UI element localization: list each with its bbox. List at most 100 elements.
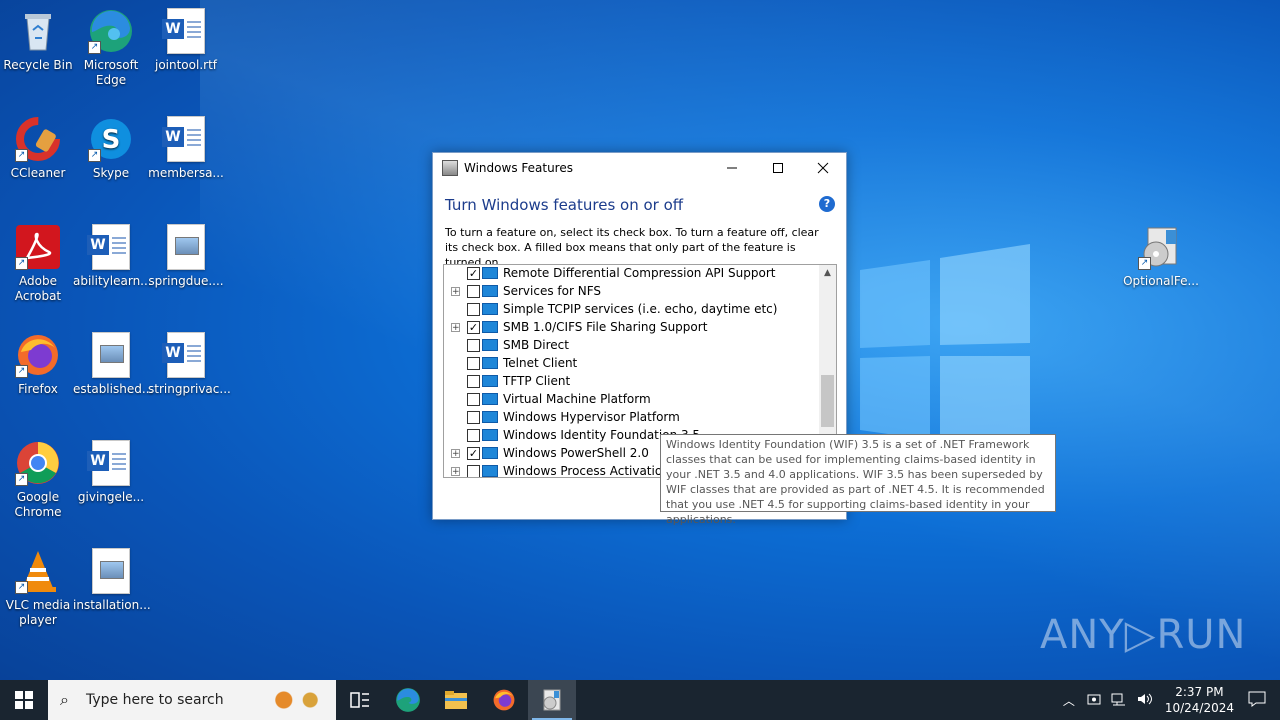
volume-icon[interactable] (1137, 692, 1153, 709)
chevron-up-icon[interactable]: ︿ (1063, 692, 1075, 709)
taskbar-windows-features-button[interactable] (528, 680, 576, 720)
desktop-icon-firefox[interactable]: ↗ Firefox (0, 332, 76, 397)
feature-row[interactable]: Virtual Machine Platform (444, 390, 818, 408)
feature-folder-icon (482, 321, 498, 333)
feature-label: TFTP Client (503, 374, 571, 388)
feature-label: SMB Direct (503, 338, 569, 352)
windows-logo-wallpaper (860, 244, 1030, 458)
desktop-icon-label: givingele... (77, 490, 145, 504)
desktop-icon-label: Recycle Bin (3, 58, 73, 72)
expand-icon[interactable]: + (451, 286, 460, 296)
desktop-icon-acrobat[interactable]: ↗ Adobe Acrobat (0, 224, 76, 304)
feature-row[interactable]: + Services for NFS (444, 282, 818, 300)
feature-checkbox[interactable]: ✓ (467, 320, 480, 334)
feature-checkbox[interactable] (467, 374, 480, 388)
desktop-icon-label: membersa... (148, 166, 224, 180)
feature-row[interactable]: Windows Hypervisor Platform (444, 408, 818, 426)
desktop-icon-springdue[interactable]: springdue.... (148, 224, 224, 289)
taskbar-clock[interactable]: 2:37 PM 10/24/2024 (1165, 684, 1234, 716)
desktop-icon-label: Firefox (18, 382, 58, 396)
maximize-button[interactable] (755, 153, 801, 183)
meet-now-icon[interactable] (1087, 692, 1101, 709)
task-view-button[interactable] (336, 680, 384, 720)
desktop-icon-skype[interactable]: S ↗ Skype (73, 116, 149, 181)
anyrun-watermark: ANY▷RUN (1040, 612, 1247, 658)
feature-folder-icon (482, 429, 498, 441)
desktop-icon-installation[interactable]: installation... (73, 548, 151, 613)
desktop-icon-edge[interactable]: ↗ Microsoft Edge (73, 8, 149, 88)
optional-features-icon: ↗ (1138, 224, 1184, 270)
expand-icon[interactable]: + (451, 322, 460, 332)
scroll-thumb[interactable] (821, 375, 834, 427)
taskbar-search-box[interactable]: ⌕ Type here to search (48, 680, 336, 720)
desktop-icon-ccleaner[interactable]: ↗ CCleaner (0, 116, 76, 181)
edge-icon: ↗ (88, 8, 134, 54)
scroll-up-icon[interactable]: ▲ (819, 265, 836, 282)
feature-row[interactable]: Telnet Client (444, 354, 818, 372)
feature-checkbox[interactable] (467, 284, 480, 298)
task-view-icon (350, 692, 369, 708)
feature-checkbox[interactable] (467, 392, 480, 406)
desktop-icon-label: stringprivac... (148, 382, 231, 396)
desktop-icon-membersa[interactable]: W membersa... (148, 116, 224, 181)
feature-folder-icon (482, 411, 498, 423)
feature-label: Telnet Client (503, 356, 578, 370)
network-icon[interactable] (1111, 692, 1127, 709)
close-button[interactable] (800, 153, 846, 183)
feature-checkbox[interactable] (467, 302, 480, 316)
system-tray: ︿ 2:37 PM 10/24/2024 (1063, 680, 1280, 720)
word-document-icon: W (162, 8, 209, 54)
help-icon[interactable]: ? (819, 196, 835, 212)
feature-checkbox[interactable]: ✓ (467, 446, 480, 460)
desktop-icon-recycle-bin[interactable]: Recycle Bin (0, 8, 76, 73)
shortcut-arrow-icon: ↗ (15, 473, 28, 486)
desktop-icon-label: established... (73, 382, 154, 396)
feature-checkbox[interactable] (467, 338, 480, 352)
notification-icon[interactable] (1248, 691, 1266, 710)
desktop-icon-vlc[interactable]: ↗ VLC media player (0, 548, 76, 628)
feature-row[interactable]: Simple TCPIP services (i.e. echo, daytim… (444, 300, 818, 318)
desktop-icon-givingele[interactable]: W givingele... (73, 440, 149, 505)
word-document-icon: W (162, 116, 209, 162)
expand-icon[interactable]: + (451, 448, 460, 458)
firefox-icon (493, 689, 515, 711)
taskbar-firefox-button[interactable] (480, 680, 528, 720)
desktop-icon-abilitylearn[interactable]: W abilitylearn... (73, 224, 152, 289)
feature-checkbox[interactable] (467, 428, 480, 442)
feature-label: Remote Differential Compression API Supp… (503, 266, 776, 280)
desktop-icon-jointool[interactable]: W jointool.rtf (148, 8, 224, 73)
recycle-bin-icon (15, 8, 61, 54)
feature-row[interactable]: SMB Direct (444, 336, 818, 354)
feature-checkbox[interactable]: ✓ (467, 266, 480, 280)
taskbar-file-explorer-button[interactable] (432, 680, 480, 720)
taskbar-edge-button[interactable] (384, 680, 432, 720)
feature-row[interactable]: ✓ Remote Differential Compression API Sup… (444, 265, 818, 282)
title-bar[interactable]: Windows Features (433, 153, 846, 183)
feature-checkbox[interactable] (467, 464, 480, 477)
feature-checkbox[interactable] (467, 410, 480, 424)
feature-folder-icon (482, 357, 498, 369)
word-document-icon: W (87, 440, 134, 486)
windows-start-icon (15, 691, 33, 709)
expand-icon[interactable]: + (451, 466, 460, 476)
acrobat-icon: ↗ (15, 224, 61, 270)
feature-checkbox[interactable] (467, 356, 480, 370)
desktop-icon-label: OptionalFe... (1123, 274, 1199, 288)
feature-row[interactable]: + ✓ SMB 1.0/CIFS File Sharing Support (444, 318, 818, 336)
shortcut-arrow-icon: ↗ (15, 581, 28, 594)
desktop-icon-stringprivac[interactable]: W stringprivac... (148, 332, 231, 397)
desktop-icon-label: Google Chrome (14, 490, 62, 519)
desktop-icon-chrome[interactable]: ↗ Google Chrome (0, 440, 76, 520)
edge-icon (396, 688, 420, 712)
start-button[interactable] (0, 680, 48, 720)
minimize-button[interactable] (709, 153, 755, 183)
image-file-icon (88, 548, 134, 594)
desktop-icon-optionalfeatures[interactable]: ↗ OptionalFe... (1123, 224, 1199, 289)
feature-folder-icon (482, 447, 498, 459)
taskbar: ⌕ Type here to search ︿ 2:37 PM 10/24/20… (0, 680, 1280, 720)
desktop-icon-established[interactable]: established... (73, 332, 154, 397)
feature-row[interactable]: TFTP Client (444, 372, 818, 390)
word-document-icon: W (162, 332, 209, 378)
desktop-icon-label: VLC media player (5, 598, 71, 627)
clock-date: 10/24/2024 (1164, 701, 1234, 715)
